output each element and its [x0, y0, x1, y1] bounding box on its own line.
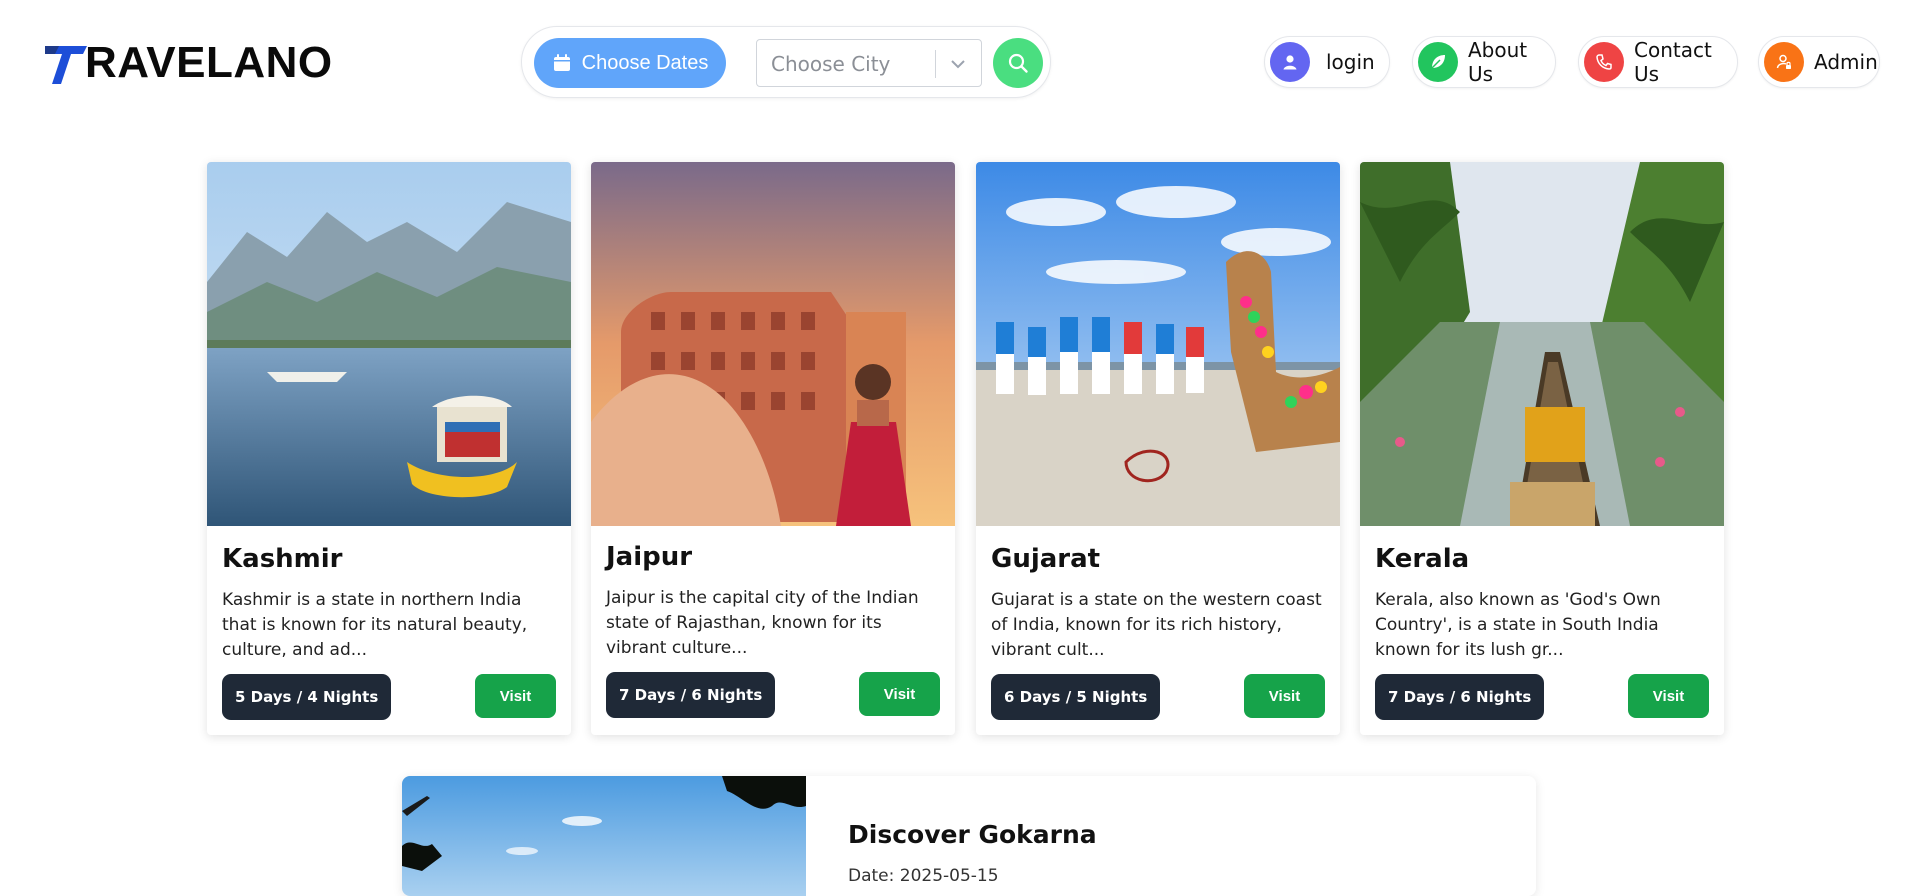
card-title: Jaipur	[606, 542, 693, 572]
login-button[interactable]: login	[1264, 36, 1390, 88]
select-separator	[935, 50, 936, 78]
card-description: Jaipur is the capital city of the Indian…	[606, 588, 919, 658]
visit-button[interactable]: Visit	[859, 672, 940, 716]
login-label: login	[1326, 50, 1375, 74]
card-description: Kerala, also known as 'God's Own Country…	[1375, 590, 1661, 660]
about-us-button[interactable]: About Us	[1412, 36, 1556, 88]
featured-title: Discover Gokarna	[848, 820, 1097, 849]
destination-card-kashmir: Kashmir Kashmir is a state in northern I…	[207, 162, 571, 735]
city-select-placeholder: Choose City	[771, 52, 891, 76]
chevron-down-icon[interactable]	[949, 55, 967, 73]
calendar-icon	[553, 54, 570, 71]
card-title: Gujarat	[991, 544, 1101, 574]
card-description: Gujarat is a state on the western coast …	[991, 590, 1322, 660]
gokarna-image	[402, 776, 806, 896]
featured-destination-card: Discover Gokarna Date: 2025-05-15	[402, 776, 1536, 896]
visit-button[interactable]: Visit	[1244, 674, 1325, 718]
city-select[interactable]: Choose City	[756, 39, 982, 87]
jaipur-image	[591, 162, 955, 526]
duration-badge: 5 Days / 4 Nights	[222, 674, 392, 720]
user-icon	[1270, 42, 1310, 82]
contact-us-label: Contact Us	[1634, 38, 1712, 86]
kerala-image	[1360, 162, 1724, 526]
destination-card-jaipur: Jaipur Jaipur is the capital city of the…	[591, 162, 955, 735]
card-title: Kashmir	[222, 544, 343, 574]
brand-logo[interactable]: RAVELANO	[43, 40, 333, 86]
card-title: Kerala	[1375, 544, 1470, 574]
admin-icon	[1764, 42, 1804, 82]
admin-label: Admin	[1814, 50, 1878, 74]
about-us-label: About Us	[1468, 38, 1528, 86]
destination-card-gujarat: Gujarat Gujarat is a state on the wester…	[976, 162, 1340, 735]
choose-dates-label: Choose Dates	[581, 51, 709, 74]
brand-mark-icon	[45, 46, 87, 84]
duration-badge: 7 Days / 6 Nights	[1375, 674, 1545, 720]
top-header: RAVELANO Choose Dates Choose City login …	[0, 0, 1911, 125]
card-description: Kashmir is a state in northern India tha…	[222, 590, 528, 660]
contact-us-button[interactable]: Contact Us	[1578, 36, 1738, 88]
visit-button[interactable]: Visit	[1628, 674, 1709, 718]
gujarat-image	[976, 162, 1340, 526]
featured-date: Date: 2025-05-15	[848, 866, 999, 886]
duration-badge: 6 Days / 5 Nights	[991, 674, 1161, 720]
leaf-icon	[1418, 42, 1458, 82]
search-icon	[1008, 53, 1028, 73]
search-button[interactable]	[993, 38, 1043, 88]
kashmir-image	[207, 162, 571, 526]
visit-button[interactable]: Visit	[475, 674, 556, 718]
trip-search-bar: Choose Dates Choose City	[521, 26, 1051, 98]
phone-icon	[1584, 42, 1624, 82]
brand-name: RAVELANO	[85, 38, 333, 87]
choose-dates-button[interactable]: Choose Dates	[534, 38, 726, 88]
duration-badge: 7 Days / 6 Nights	[606, 672, 776, 718]
admin-button[interactable]: Admin	[1758, 36, 1880, 88]
destination-card-kerala: Kerala Kerala, also known as 'God's Own …	[1360, 162, 1724, 735]
